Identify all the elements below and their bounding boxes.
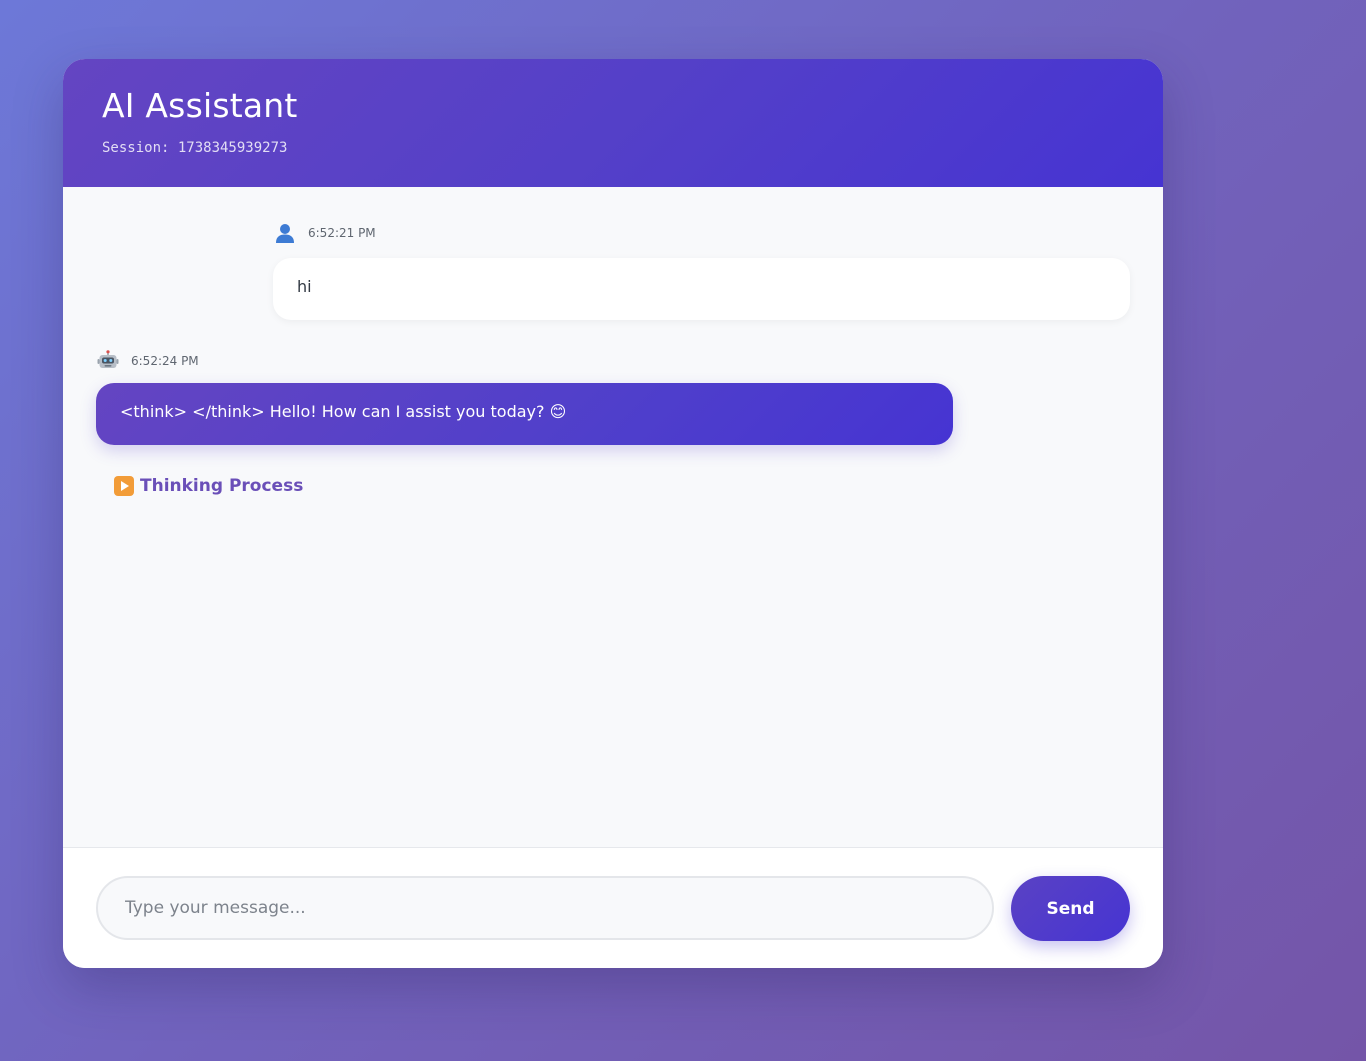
- session-id: Session: 1738345939273: [102, 140, 288, 156]
- robot-icon: [96, 350, 120, 372]
- user-message-bubble: hi: [273, 258, 1130, 320]
- composer: Send: [63, 847, 1163, 968]
- message-text: hi: [297, 277, 312, 296]
- play-icon: [114, 476, 134, 496]
- send-button[interactable]: Send: [1011, 876, 1130, 941]
- assistant-message-bubble: <think> </think> Hello! How can I assist…: [96, 383, 953, 445]
- page-title: AI Assistant: [102, 86, 298, 125]
- chat-window: AI Assistant Session: 1738345939273 6:52…: [63, 59, 1163, 968]
- thinking-process-toggle[interactable]: Thinking Process: [114, 474, 303, 498]
- assistant-message-meta: 6:52:24 PM: [96, 350, 199, 372]
- message-text: <think> </think> Hello! How can I assist…: [120, 402, 567, 421]
- chat-header: AI Assistant Session: 1738345939273: [63, 59, 1163, 187]
- message-timestamp: 6:52:21 PM: [308, 226, 376, 240]
- user-icon: [273, 222, 297, 244]
- thinking-process-label: Thinking Process: [140, 476, 304, 496]
- message-list[interactable]: 6:52:21 PM hi 6:52:24 PM <think> </think…: [63, 187, 1163, 847]
- message-timestamp: 6:52:24 PM: [131, 354, 199, 368]
- user-message-meta: 6:52:21 PM: [273, 222, 376, 244]
- message-input[interactable]: [96, 876, 994, 940]
